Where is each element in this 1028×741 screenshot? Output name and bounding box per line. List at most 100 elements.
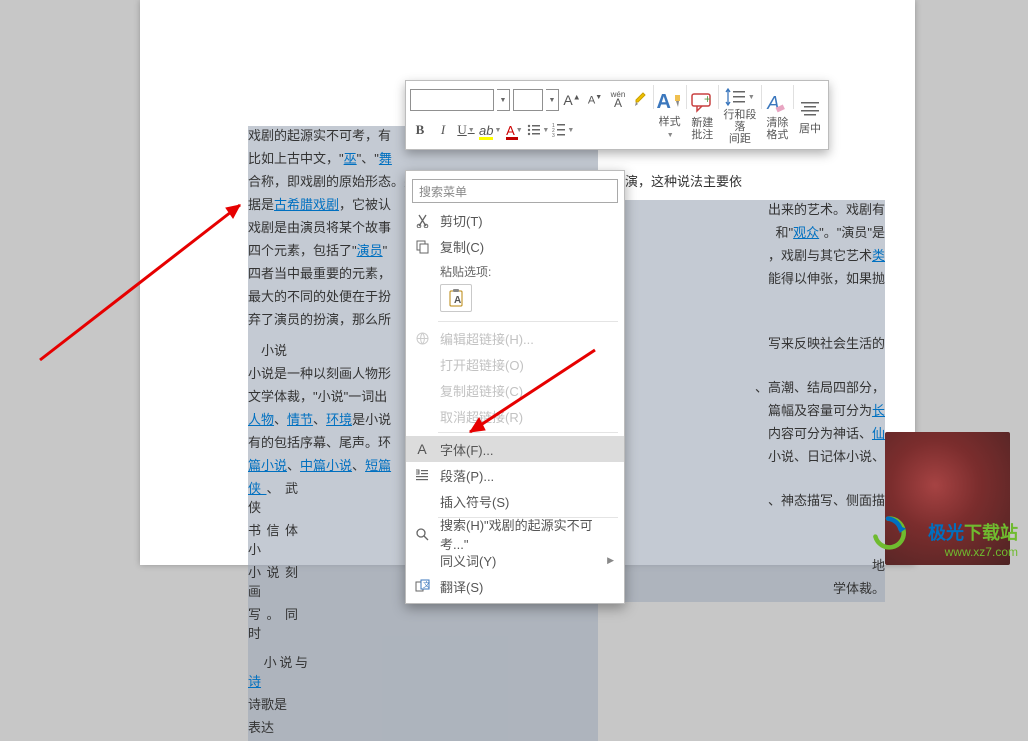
font-name-dropdown[interactable]: ▼ — [497, 89, 510, 111]
doc-text: 小说刻画 — [248, 565, 298, 599]
logo-swirl-icon — [870, 515, 906, 551]
doc-text: 、 — [352, 458, 365, 473]
menu-search-input[interactable]: 搜索菜单 — [412, 179, 618, 203]
doc-text: 是小说 — [352, 412, 391, 427]
doc-text: 四者当中最重要的元素， — [248, 266, 391, 281]
doc-text: ，戏剧与其它艺术 — [768, 248, 872, 263]
brush-icon — [633, 92, 649, 108]
doc-text: " — [383, 243, 388, 258]
decrease-font-button[interactable]: A▼ — [585, 88, 605, 112]
doc-text: 最大的不同的处便在于扮 — [248, 289, 391, 304]
hyperlink-short[interactable]: 短篇 — [365, 458, 391, 473]
mini-toolbar: ▼ ▼ A▲ A▼ wénA B I U▼ ab▼ A▼ — [405, 80, 829, 150]
translate-icon: 文 — [412, 576, 432, 596]
doc-text: 和" — [776, 225, 794, 240]
menu-item-search[interactable]: 搜索(H)"戏剧的起源实不可考..." — [406, 521, 624, 547]
hyperlink-lei[interactable]: 类 — [872, 248, 885, 263]
svg-text:+: + — [704, 93, 711, 106]
font-color-button[interactable]: A▼ — [504, 118, 524, 142]
doc-text: 戏剧是由演员将某个故事 — [248, 220, 391, 235]
menu-search-placeholder: 搜索菜单 — [419, 183, 467, 200]
hyperlink-plot[interactable]: 情节 — [287, 412, 313, 427]
menu-paste-options: 粘贴选项: A — [406, 259, 624, 318]
cut-icon — [412, 210, 432, 230]
hyperlink-audience[interactable]: 观众 — [793, 225, 819, 240]
bold-button[interactable]: B — [410, 118, 430, 142]
highlight-color-button[interactable]: ab▼ — [479, 118, 501, 142]
doc-text: 诗歌是 — [248, 697, 287, 712]
hyperlink-xia[interactable]: 侠 — [248, 481, 267, 496]
annotation-arrow-top — [30, 190, 260, 370]
paste-option-keep-text[interactable]: A — [440, 284, 472, 312]
doc-text: 小说与 — [261, 655, 308, 670]
doc-text: 内容可分为神话、 — [768, 426, 872, 441]
doc-text: 、 — [287, 458, 300, 473]
doc-text: 小说、日记体小说、 — [768, 449, 885, 464]
menu-item-synonyms[interactable]: 同义词(Y) ▶ — [406, 547, 624, 573]
doc-text: 文学体裁，"小说"一词出 — [248, 389, 387, 404]
copy-icon — [412, 236, 432, 256]
heading-novel: 小说 — [261, 343, 287, 358]
underline-button[interactable]: U▼ — [456, 118, 476, 142]
font-size-input[interactable] — [513, 89, 543, 111]
hyperlink-shi[interactable]: 诗 — [248, 674, 261, 689]
paragraph-icon — [412, 465, 432, 485]
doc-text: 四个元素，包括了" — [248, 243, 357, 258]
hyperlink-mid[interactable]: 中篇小说 — [300, 458, 352, 473]
menu-item-copy[interactable]: 复制(C) — [406, 233, 624, 259]
doc-text: 表达 — [248, 720, 274, 735]
menu-item-paragraph[interactable]: 段落(P)... — [406, 462, 624, 488]
doc-text: "。"演员"是 — [819, 225, 885, 240]
paste-options-label: 粘贴选项: — [440, 263, 614, 280]
submenu-arrow-icon: ▶ — [607, 555, 614, 566]
increase-font-button[interactable]: A▲ — [562, 88, 582, 112]
doc-text: 出来的艺术。戏剧有 — [768, 202, 885, 217]
doc-text: "、" — [357, 151, 379, 166]
doc-text: 戏剧的起源实不可考，有 — [248, 128, 391, 143]
svg-text:文: 文 — [423, 580, 430, 589]
hyperlink-environment[interactable]: 环境 — [326, 412, 352, 427]
format-painter-button[interactable] — [631, 88, 651, 112]
menu-item-insert-symbol[interactable]: 插入符号(S) — [406, 488, 624, 514]
hyperlink-actor[interactable]: 演员 — [357, 243, 383, 258]
menu-item-translate[interactable]: 文 翻译(S) — [406, 573, 624, 599]
clear-formatting-button[interactable]: A 清除格式 — [763, 85, 791, 145]
brush-icon — [673, 93, 683, 109]
center-align-button[interactable]: 居中 — [796, 85, 824, 145]
hyperlink-people[interactable]: 人物 — [248, 412, 274, 427]
annotation-arrow-bottom — [405, 340, 605, 460]
italic-button[interactable]: I — [433, 118, 453, 142]
logo-url: www.xz7.com — [928, 545, 1018, 559]
doc-text: 小说是一种以刻画人物形 — [248, 366, 391, 381]
bullets-button[interactable]: ▼ — [527, 118, 549, 142]
hyperlink-chang[interactable]: 长 — [872, 403, 885, 418]
menu-item-cut[interactable]: 剪切(T) — [406, 207, 624, 233]
hyperlink-wu[interactable]: 巫 — [344, 151, 357, 166]
doc-text: 篇幅及容量可分为 — [768, 403, 872, 418]
selected-text-block-right[interactable]: 出来的艺术。戏剧有 和"观众"。"演员"是 ，戏剧与其它艺术类 能得以伸张，如果… — [610, 200, 885, 602]
doc-text: 弃了演员的扮演，那么所 — [248, 312, 391, 327]
phonetic-guide-button[interactable]: wénA — [608, 88, 628, 112]
center-icon — [800, 101, 820, 117]
search-icon — [412, 524, 432, 544]
logo-title-1: 极光 — [928, 523, 964, 543]
doc-text: 能得以伸张，如果抛 — [768, 271, 885, 286]
numbering-button[interactable]: 123▼ — [552, 118, 574, 142]
hyperlink-wu2[interactable]: 舞 — [379, 151, 392, 166]
comment-icon: + — [691, 93, 713, 113]
doc-text: 、神态描写、侧面描 — [768, 493, 885, 508]
line-paragraph-spacing-button[interactable]: ▼ 行和段落间距 — [721, 85, 759, 145]
doc-text: 、 — [274, 412, 287, 427]
hyperlink-long[interactable]: 篇小说 — [248, 458, 287, 473]
font-size-dropdown[interactable]: ▼ — [546, 89, 559, 111]
doc-text: 比如上古中文，" — [248, 151, 344, 166]
spacing-icon — [725, 88, 747, 106]
font-name-input[interactable] — [410, 89, 494, 111]
doc-text: ，它被认 — [339, 197, 391, 212]
hyperlink-xian[interactable]: 仙 — [872, 426, 885, 441]
styles-button[interactable]: A 样式 ▼ — [656, 85, 684, 145]
new-comment-button[interactable]: + 新建批注 — [688, 85, 716, 145]
hyperlink-greek-theatre[interactable]: 古希腊戏剧 — [274, 197, 339, 212]
doc-text: 有的包括序幕、尾声。环 — [248, 435, 391, 450]
doc-text: 地 — [872, 558, 885, 573]
